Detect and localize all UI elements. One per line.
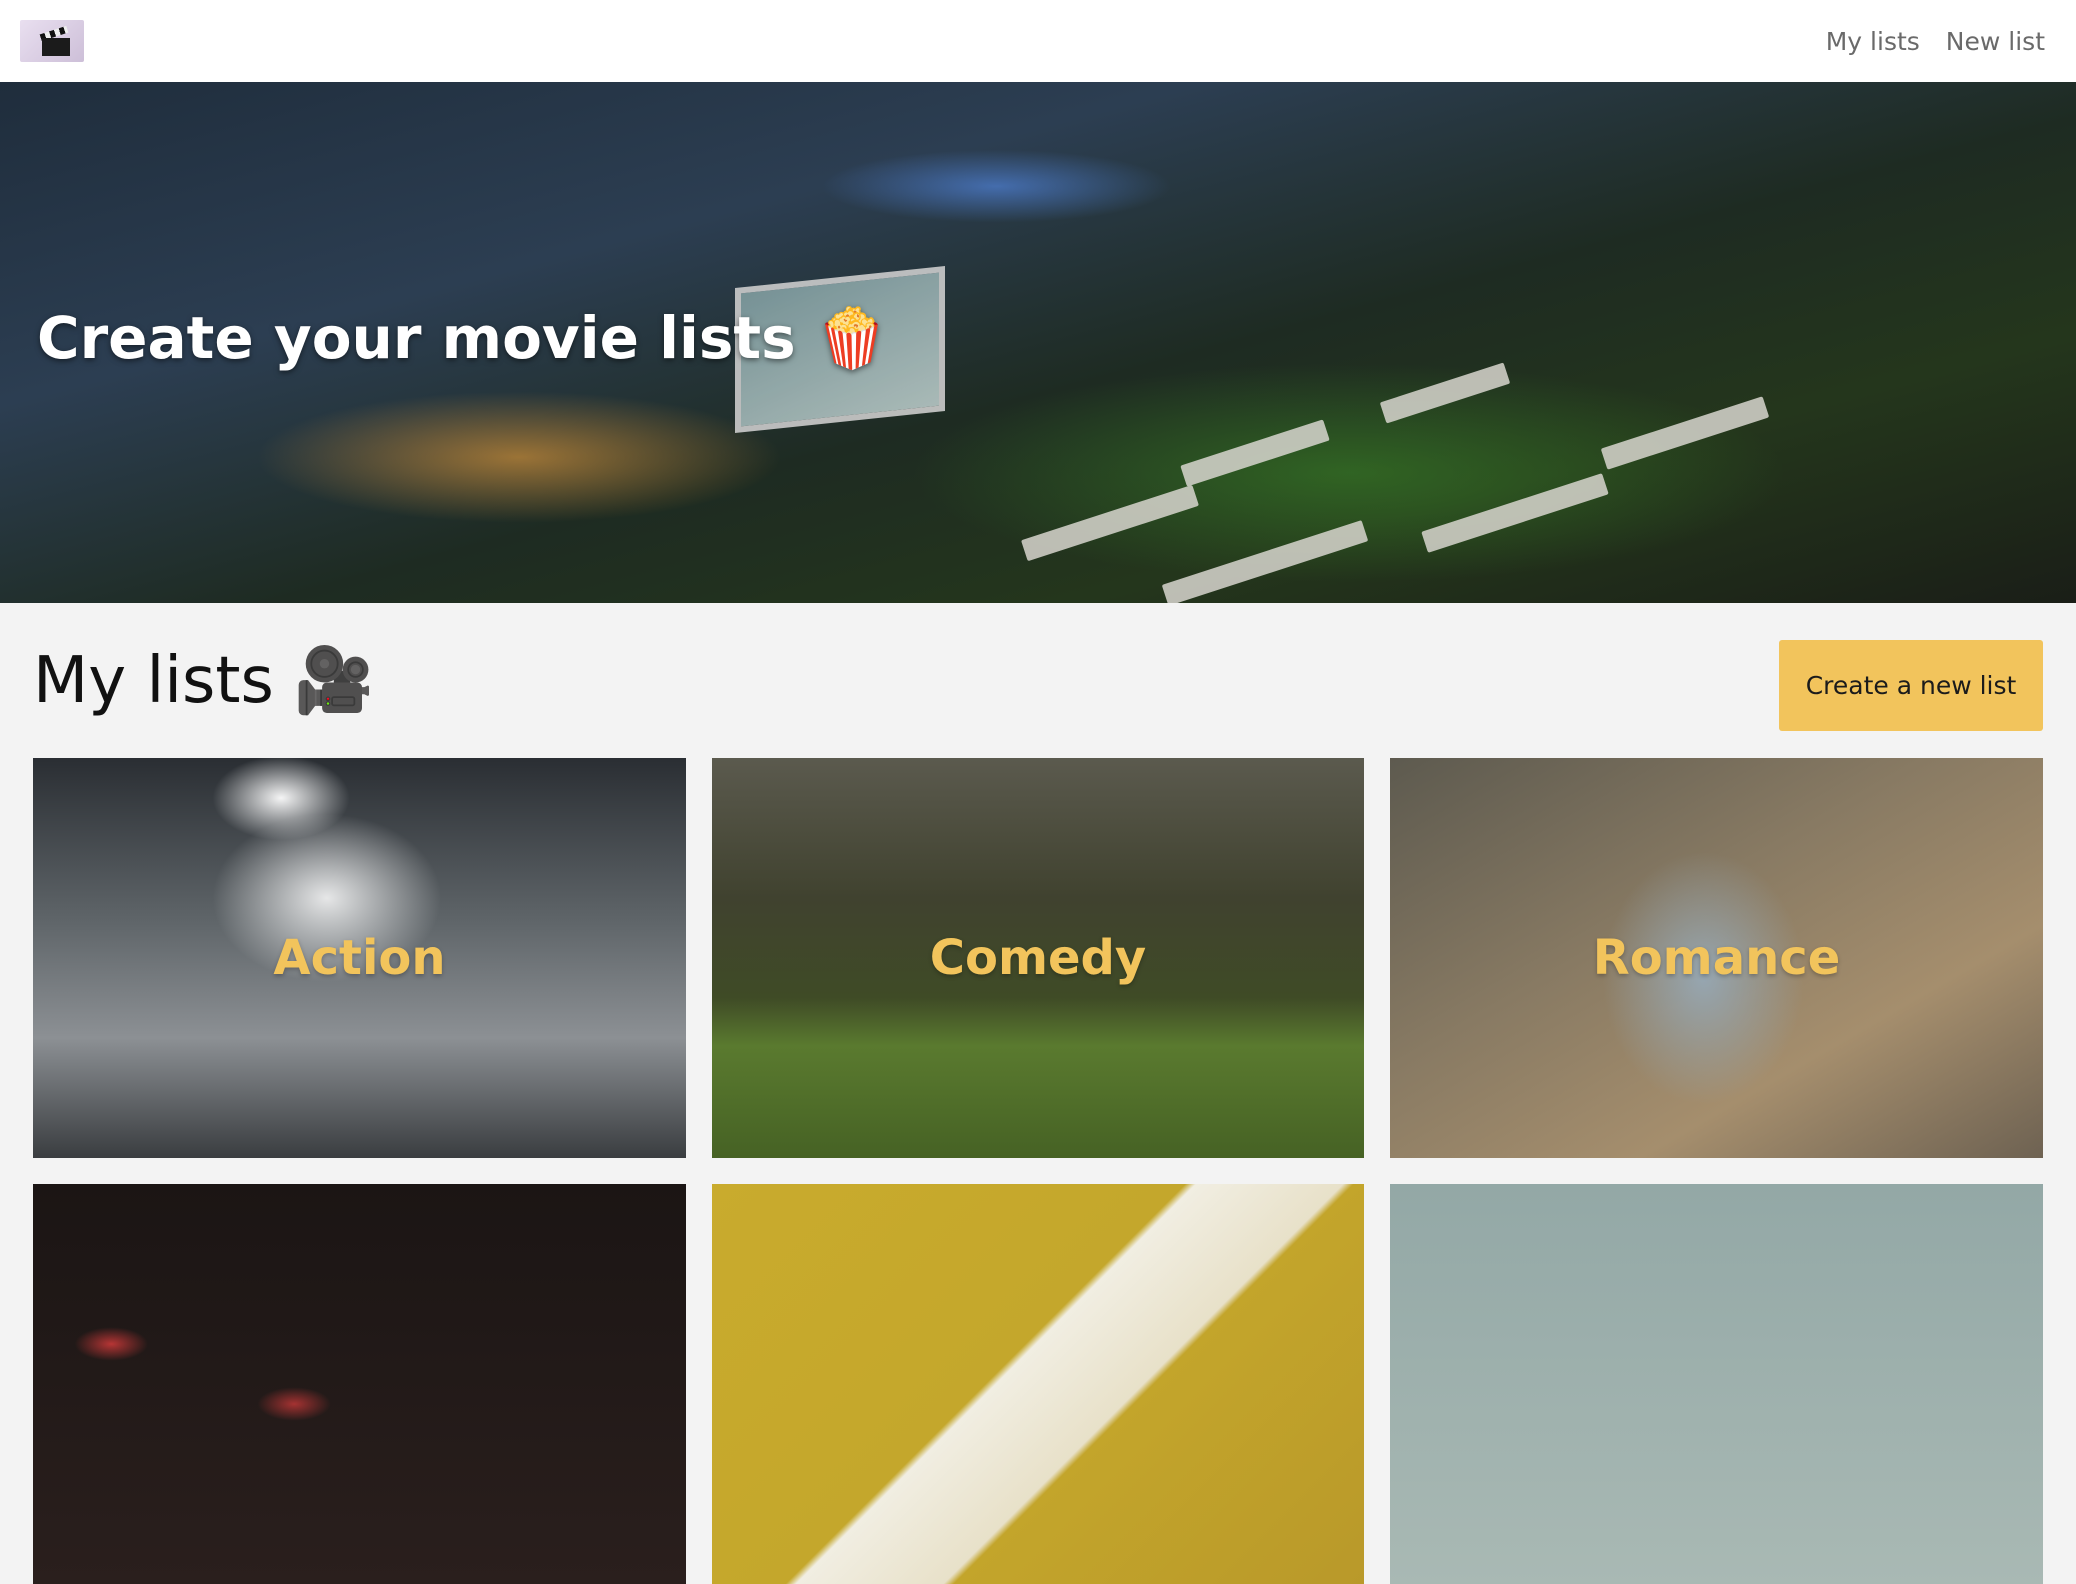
navbar: My lists New list <box>0 0 2076 82</box>
list-card-label: Romance <box>1592 930 1841 986</box>
nav-link-new-list[interactable]: New list <box>1946 27 2045 56</box>
list-card[interactable] <box>1390 1184 2043 1584</box>
hero-bench <box>1161 520 1369 603</box>
lists-grid: Action Comedy Romance <box>33 758 2043 1584</box>
create-new-list-button[interactable]: Create a new list <box>1779 639 2043 731</box>
my-lists-header: My lists 🎥 Create a new list <box>33 630 2043 731</box>
hero-title: Create your movie lists 🍿 <box>37 304 889 372</box>
hero-bench <box>1180 419 1330 487</box>
hero-bench <box>1421 473 1609 553</box>
clapperboard-body <box>42 38 70 56</box>
list-card-romance[interactable]: Romance <box>1390 758 2043 1158</box>
nav-links: My lists New list <box>1826 27 2045 56</box>
clapperboard-icon[interactable] <box>20 20 84 62</box>
hero-bench <box>1600 396 1770 470</box>
list-card[interactable] <box>712 1184 1364 1584</box>
list-card[interactable] <box>33 1184 686 1584</box>
page-title: My lists 🎥 <box>33 643 374 718</box>
list-card-action[interactable]: Action <box>33 758 686 1158</box>
list-card-label: Action <box>273 930 446 986</box>
list-card-comedy[interactable]: Comedy <box>712 758 1364 1158</box>
hero-banner: Create your movie lists 🍿 <box>0 82 2076 603</box>
hero-bench <box>1021 484 1199 562</box>
hero-bench <box>1379 362 1511 424</box>
list-card-label: Comedy <box>929 930 1147 986</box>
nav-link-my-lists[interactable]: My lists <box>1826 27 1920 56</box>
